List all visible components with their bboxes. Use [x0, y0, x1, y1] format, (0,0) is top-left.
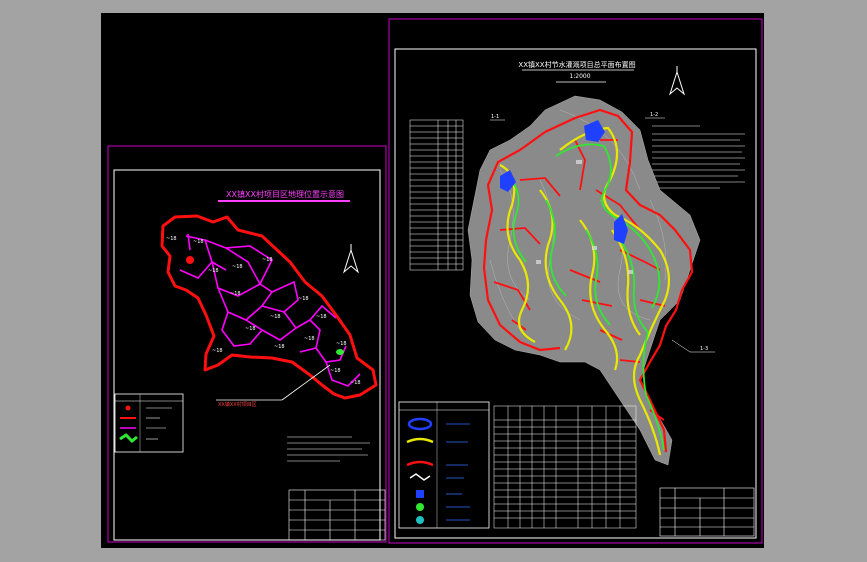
project-area-green-spot	[336, 349, 344, 355]
svg-text:~18: ~18	[212, 348, 223, 354]
svg-text:~18: ~18	[350, 380, 361, 386]
svg-text:~18: ~18	[166, 236, 177, 242]
svg-text:~18: ~18	[316, 314, 327, 320]
svg-text:~18: ~18	[230, 291, 241, 297]
svg-text:~18: ~18	[270, 314, 281, 320]
svg-text:~18: ~18	[304, 336, 315, 342]
section-label-2: 1-2	[650, 112, 658, 118]
section-label-3: 1-3	[700, 346, 708, 352]
svg-text:~18: ~18	[330, 368, 341, 374]
svg-text:~18: ~18	[274, 344, 285, 350]
right-sheet-title: XX镇XX村节水灌溉项目总平面布置图	[518, 60, 635, 69]
svg-text:~18: ~18	[245, 326, 256, 332]
project-area-marker	[186, 256, 194, 264]
svg-text:~18: ~18	[262, 257, 273, 263]
cad-drawing-canvas: XX镇XX村项目区地理位置示意图 ~18 ~18 ~18~18 ~18~18 ~…	[101, 13, 764, 548]
svg-text:~18: ~18	[208, 268, 219, 274]
svg-text:~18: ~18	[298, 296, 309, 302]
section-label-1: 1-1	[491, 114, 499, 120]
right-sheet-scale: 1:2000	[569, 73, 590, 80]
svg-text:~18: ~18	[232, 264, 243, 270]
left-sheet-title: XX镇XX村项目区地理位置示意图	[226, 189, 344, 199]
svg-text:~18: ~18	[193, 239, 204, 245]
svg-text:~18: ~18	[336, 341, 347, 347]
callout-label: XX镇XX村项目区	[218, 401, 257, 408]
